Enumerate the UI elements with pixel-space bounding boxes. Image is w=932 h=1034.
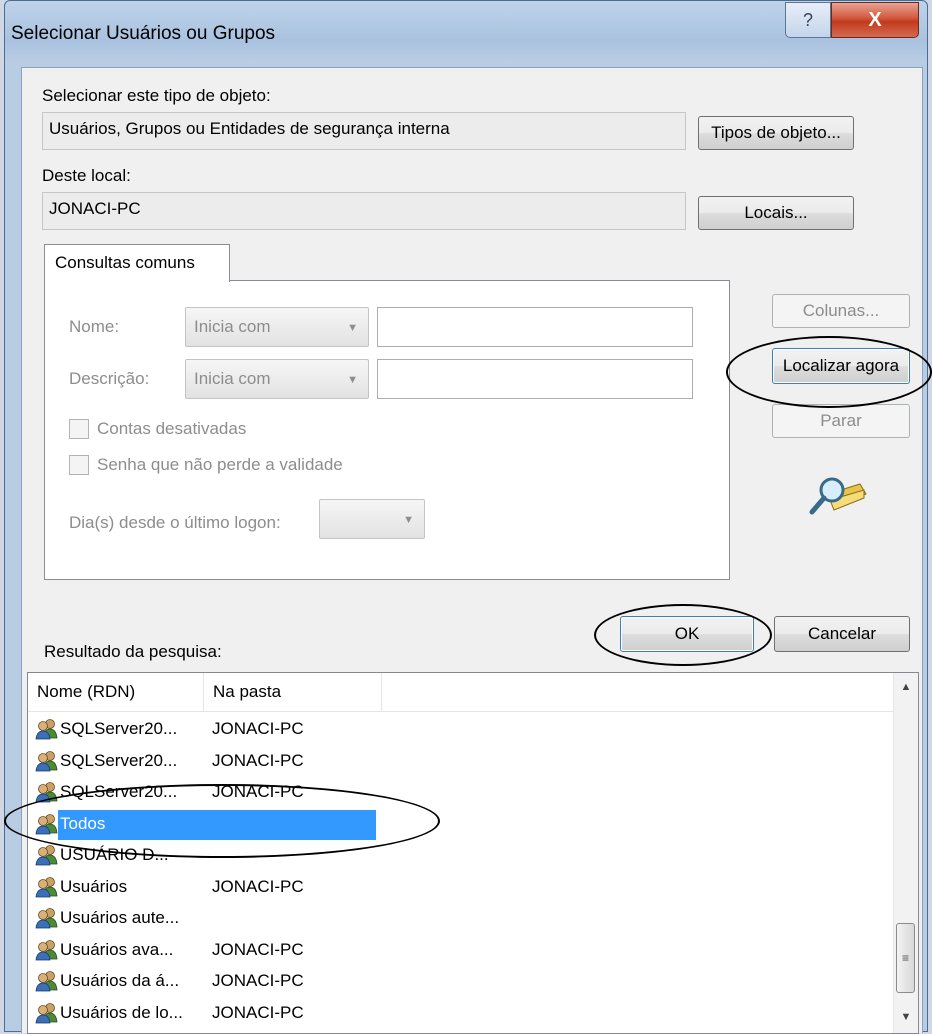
users-group-icon	[35, 939, 59, 961]
tab-label: Consultas comuns	[55, 253, 195, 272]
description-operator-select[interactable]: Inicia com ▼	[185, 359, 369, 399]
row-folder: JONACI-PC	[212, 971, 304, 990]
row-name: USUÁRIO D...	[60, 845, 169, 864]
stop-button[interactable]: Parar	[772, 404, 910, 438]
row-selection-highlight	[58, 809, 376, 840]
users-group-icon	[35, 781, 59, 803]
results-scrollbar[interactable]: ▲ ≡ ▼	[893, 673, 918, 1033]
description-operator-value: Inicia com	[194, 369, 271, 388]
object-types-button[interactable]: Tipos de objeto...	[698, 116, 854, 150]
locations-button[interactable]: Locais...	[698, 196, 854, 230]
non-expiring-password-label: Senha que não perde a validade	[97, 455, 343, 474]
row-name: SQLServer20...	[60, 750, 178, 770]
table-row[interactable]: Usuários de lo... JONACI-PC	[28, 999, 898, 1029]
dialog-body: Selecionar este tipo de objeto: Usuários…	[21, 67, 932, 1034]
title-bar[interactable]: Selecionar Usuários ou Grupos ? X	[5, 1, 927, 67]
scroll-down-icon[interactable]: ▼	[894, 1011, 918, 1023]
days-since-logon-label: Dia(s) desde o último logon:	[69, 513, 281, 532]
chevron-down-icon: ▼	[403, 514, 414, 526]
search-folder-icon	[809, 477, 867, 515]
close-icon: X	[868, 8, 882, 31]
row-name: Todos	[60, 813, 106, 833]
search-results-list[interactable]: Nome (RDN) Na pasta SQLServer20... JONACI…	[27, 672, 919, 1034]
object-type-label: Selecionar este tipo de objeto:	[42, 86, 271, 105]
row-folder: JONACI-PC	[212, 719, 304, 738]
table-row[interactable]: USUÁRIO D...	[28, 841, 898, 871]
name-input[interactable]	[377, 307, 693, 347]
non-expiring-password-checkbox[interactable]	[69, 455, 89, 475]
row-name: Usuários aute...	[60, 908, 180, 927]
row-folder: JONACI-PC	[212, 939, 304, 959]
table-row[interactable]: SQLServer20... JONACI-PC	[28, 715, 898, 745]
row-name: Usuários	[60, 876, 128, 896]
columns-button[interactable]: Colunas...	[772, 294, 910, 328]
help-icon: ?	[802, 9, 813, 30]
users-group-icon	[35, 718, 59, 740]
row-folder: JONACI-PC	[212, 782, 304, 801]
column-header-folder[interactable]: Na pasta	[204, 673, 382, 711]
row-name: SQLServer20...	[60, 719, 178, 738]
row-name: Usuários da á...	[60, 971, 180, 990]
table-row[interactable]: Usuários da á... JONACI-PC	[28, 967, 898, 997]
object-type-field: Usuários, Grupos ou Entidades de seguran…	[42, 112, 686, 150]
scroll-thumb[interactable]: ≡	[896, 923, 915, 993]
cancel-button[interactable]: Cancelar	[774, 616, 910, 652]
row-folder: JONACI-PC	[212, 876, 304, 896]
table-row[interactable]: SQLServer20... JONACI-PC	[28, 747, 898, 777]
name-label: Nome:	[69, 317, 120, 336]
location-field: JONACI-PC	[42, 192, 686, 230]
name-operator-select[interactable]: Inicia com ▼	[185, 307, 369, 347]
find-now-button[interactable]: Localizar agora	[772, 348, 910, 384]
dialog-window: Selecionar Usuários ou Grupos ? X Seleci…	[4, 0, 932, 1034]
column-header-name[interactable]: Nome (RDN)	[28, 673, 204, 711]
row-name: Usuários de lo...	[60, 1002, 183, 1022]
users-group-icon	[35, 1002, 59, 1024]
table-row[interactable]: Usuários aute...	[28, 904, 898, 934]
common-queries-panel: Nome: Inicia com ▼ Descrição: Inicia com…	[44, 280, 730, 580]
window-title: Selecionar Usuários ou Grupos	[11, 23, 276, 44]
users-group-icon	[35, 813, 59, 835]
disabled-accounts-label: Contas desativadas	[97, 419, 247, 438]
scroll-up-icon[interactable]: ▲	[894, 681, 918, 693]
tab-common-queries[interactable]: Consultas comuns	[44, 244, 230, 282]
results-header: Nome (RDN) Na pasta	[28, 673, 894, 712]
ok-button[interactable]: OK	[620, 616, 754, 652]
table-row[interactable]: Usuários ava... JONACI-PC	[28, 936, 898, 966]
users-group-icon	[35, 844, 59, 866]
disabled-accounts-checkbox[interactable]	[69, 419, 89, 439]
name-operator-value: Inicia com	[194, 317, 271, 336]
help-button[interactable]: ?	[785, 2, 831, 38]
row-name: Usuários ava...	[60, 939, 174, 959]
chevron-down-icon: ▼	[347, 322, 358, 334]
location-label: Deste local:	[42, 166, 131, 185]
description-label: Descrição:	[69, 369, 150, 388]
chevron-down-icon: ▼	[347, 374, 358, 386]
table-row[interactable]: Todos	[28, 809, 898, 840]
close-button[interactable]: X	[831, 2, 919, 38]
table-row[interactable]: SQLServer20... JONACI-PC	[28, 778, 898, 808]
row-name: SQLServer20...	[60, 782, 178, 801]
search-results-label: Resultado da pesquisa:	[44, 642, 222, 661]
days-since-logon-select[interactable]: ▼	[319, 499, 425, 539]
table-row[interactable]: Usuários JONACI-PC	[28, 873, 898, 903]
users-group-icon	[35, 876, 59, 898]
row-folder: JONACI-PC	[212, 750, 304, 770]
users-group-icon	[35, 750, 59, 772]
users-group-icon	[35, 907, 59, 929]
users-group-icon	[35, 970, 59, 992]
description-input[interactable]	[377, 359, 693, 399]
row-folder: JONACI-PC	[212, 1002, 304, 1022]
